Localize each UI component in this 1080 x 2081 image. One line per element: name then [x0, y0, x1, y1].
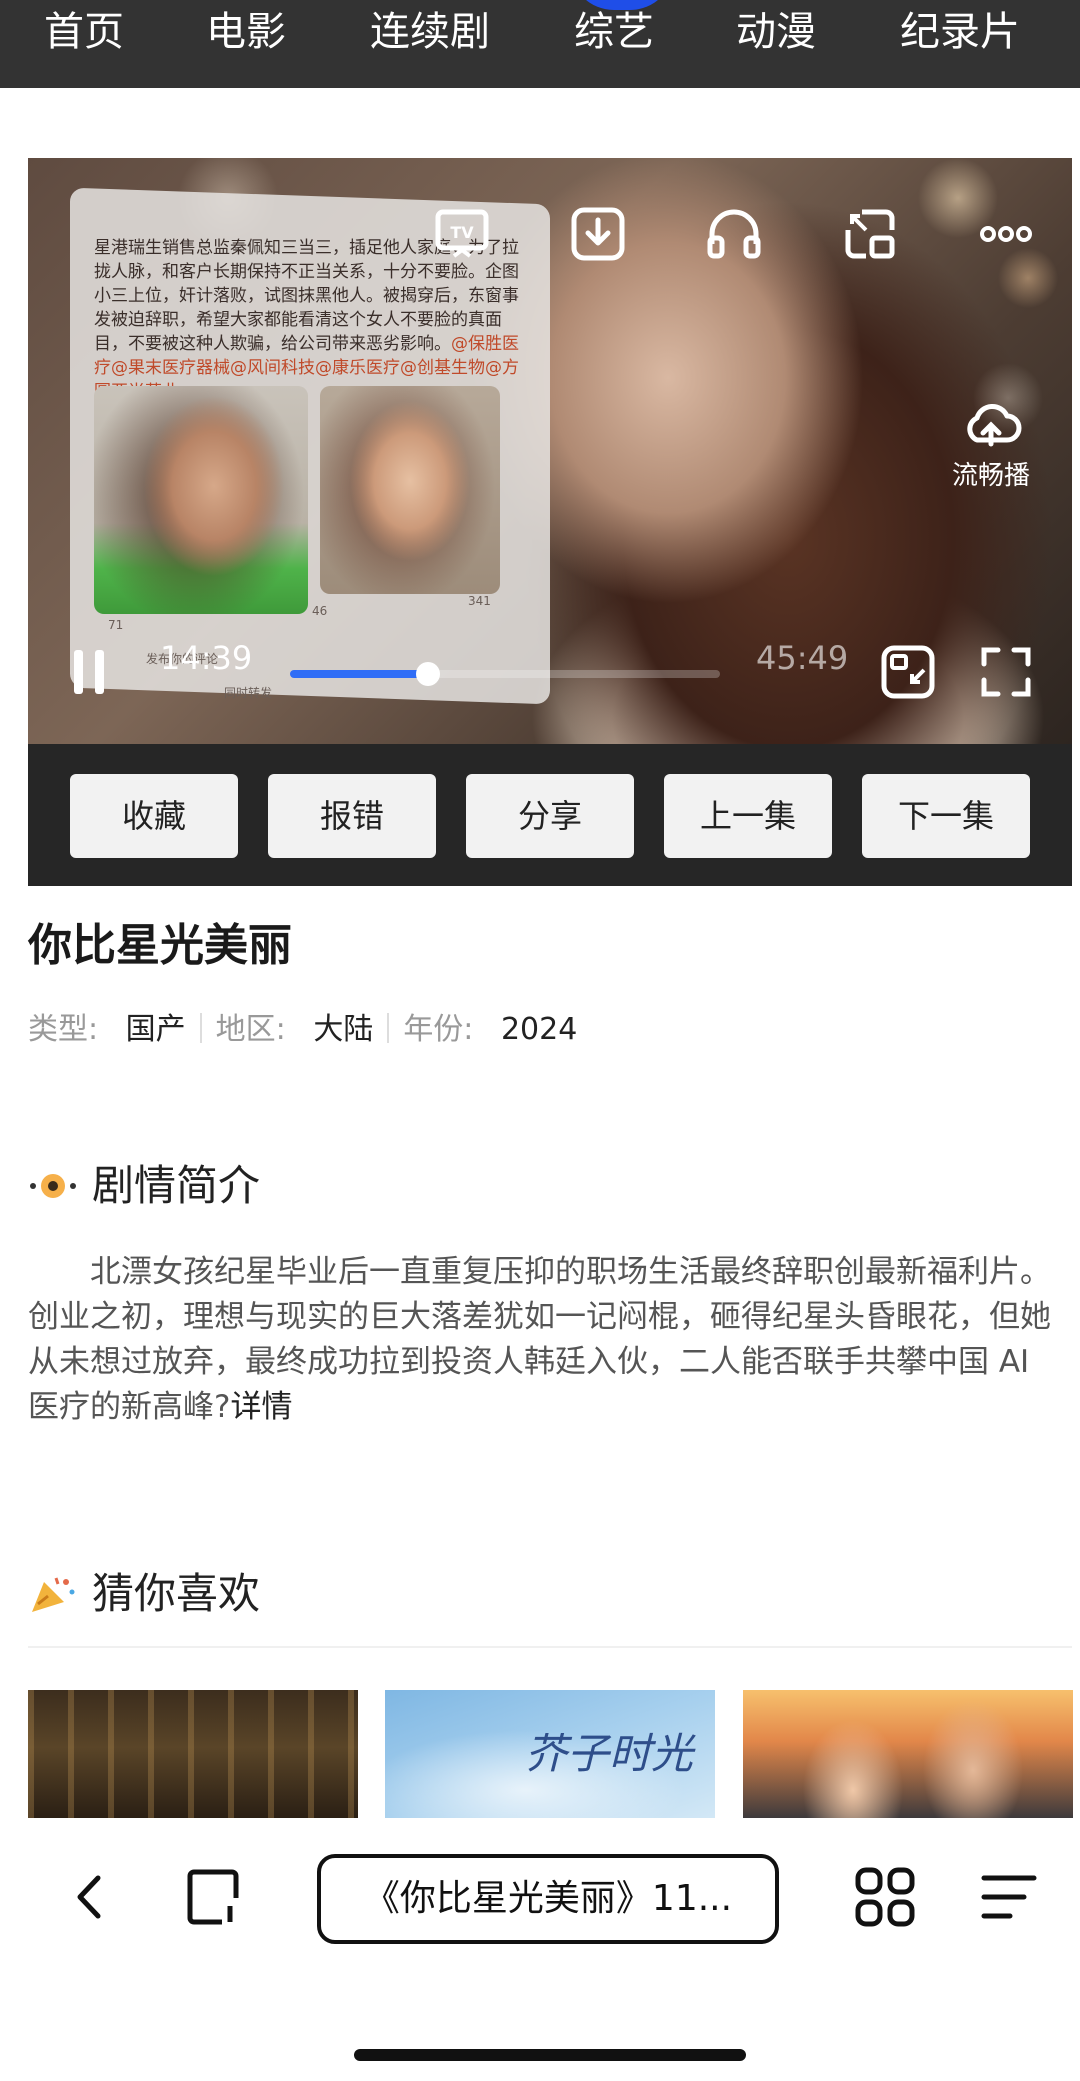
progress-fill	[290, 670, 428, 678]
synopsis-heading-text: 剧情简介	[92, 1161, 261, 1210]
like-count: 341	[468, 594, 491, 608]
favorite-button[interactable]: 收藏	[70, 774, 238, 858]
nav-item-movies[interactable]: 电影	[206, 4, 286, 60]
confetti-icon	[28, 1570, 78, 1612]
svg-text:TV: TV	[450, 223, 474, 242]
show-meta: 类型: 国产 地区: 大陆 年份: 2024	[28, 1008, 577, 1052]
synopsis-heading: 剧情简介	[28, 1156, 260, 1216]
recommend-heading: 猜你喜欢	[28, 1564, 260, 1624]
synopsis-more-link[interactable]: 详情	[230, 1389, 292, 1425]
tv-cast-icon[interactable]: TV	[432, 204, 492, 264]
recommend-poster-2[interactable]: 芥子时光	[385, 1690, 715, 1818]
fullscreen-icon[interactable]	[976, 642, 1036, 702]
download-icon[interactable]	[568, 204, 628, 264]
nav-item-anime[interactable]: 动漫	[736, 4, 816, 60]
cloud-upload-icon	[967, 404, 1022, 447]
repost-count: 71	[108, 618, 124, 632]
poster-title-art: 芥子时光	[525, 1729, 694, 1778]
share-button[interactable]: 分享	[466, 774, 634, 858]
previous-episode-button[interactable]: 上一集	[664, 774, 832, 858]
address-bar[interactable]: 《你比星光美丽》11...	[317, 1854, 779, 1944]
pip-icon[interactable]	[840, 204, 900, 264]
show-title: 你比星光美丽	[28, 920, 292, 971]
recommend-poster-3[interactable]	[743, 1690, 1073, 1818]
recommend-heading-text: 猜你喜欢	[92, 1569, 261, 1618]
overlay-photo-1	[94, 386, 308, 614]
nav-item-home[interactable]: 首页	[44, 4, 124, 60]
pause-icon[interactable]	[62, 642, 122, 702]
nav-item-documentary[interactable]: 纪录片	[900, 4, 1020, 60]
region-value: 大陆	[313, 1012, 374, 1047]
home-indicator	[354, 2049, 746, 2061]
section-divider	[28, 1646, 1072, 1648]
recommend-poster-1[interactable]	[28, 1690, 358, 1818]
browser-toolbar: 《你比星光美丽》11...	[0, 1818, 1080, 2081]
total-time: 45:49	[756, 639, 849, 677]
smooth-play-label: 流畅播	[951, 461, 1030, 491]
eye-icon	[28, 1162, 78, 1202]
comment-count: 46	[312, 604, 328, 618]
more-icon[interactable]	[976, 204, 1036, 264]
region-label: 地区:	[215, 1012, 286, 1047]
overlay-photo-2	[320, 386, 500, 594]
type-value: 国产	[125, 1012, 186, 1047]
year-label: 年份:	[403, 1012, 474, 1047]
year-value: 2024	[500, 1012, 578, 1047]
progress-bar[interactable]	[290, 662, 720, 686]
nav-item-series[interactable]: 连续剧	[370, 4, 490, 60]
synopsis-text: 北漂女孩纪星毕业后一直重复压抑的职场生活最终辞职创最新福利片。创业之初，理想与现…	[28, 1250, 1052, 1430]
player-action-bar: 收藏 报错 分享 上一集 下一集	[28, 744, 1072, 886]
video-player[interactable]: 星港瑞生销售总监秦佩知三当三，插足他人家庭，为了拉拢人脉，和客户长期保持不正当关…	[28, 158, 1072, 744]
progress-knob[interactable]	[415, 662, 440, 686]
nav-item-variety[interactable]: 综艺	[574, 4, 654, 60]
report-error-button[interactable]: 报错	[268, 774, 436, 858]
next-episode-button[interactable]: 下一集	[862, 774, 1030, 858]
current-time: 14:39	[160, 639, 253, 677]
smooth-play-button[interactable]: 流畅播	[936, 396, 1046, 492]
grid-menu-icon[interactable]	[852, 1864, 918, 1930]
synopsis-body: 北漂女孩纪星毕业后一直重复压抑的职场生活最终辞职创最新福利片。创业之初，理想与现…	[28, 1254, 1051, 1425]
top-nav: 首页 电影 连续剧 综艺 动漫 纪录片	[0, 0, 1080, 88]
tabs-icon[interactable]	[180, 1864, 246, 1930]
headphones-icon[interactable]	[704, 204, 764, 264]
type-label: 类型:	[28, 1012, 99, 1047]
fullscreen-exit-icon[interactable]	[878, 642, 938, 702]
menu-lines-icon[interactable]	[976, 1864, 1042, 1930]
repost-hint: 同时转发	[224, 686, 273, 700]
back-icon[interactable]	[58, 1864, 124, 1930]
